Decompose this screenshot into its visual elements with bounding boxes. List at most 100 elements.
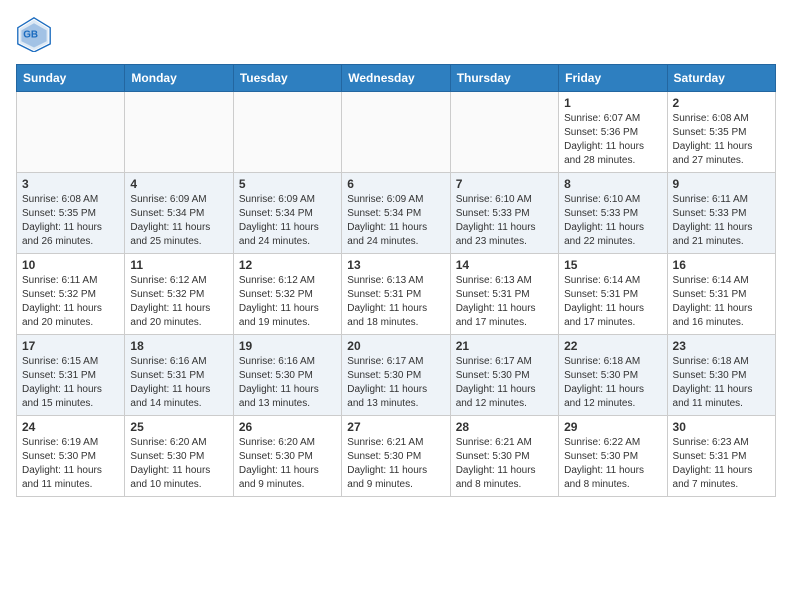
calendar-week-1: 1 Sunrise: 6:07 AM Sunset: 5:36 PM Daylig… (17, 92, 776, 173)
day-info: Sunrise: 6:19 AM Sunset: 5:30 PM Dayligh… (22, 436, 119, 492)
page-header: GB (16, 16, 776, 52)
day-info: Sunrise: 6:20 AM Sunset: 5:30 PM Dayligh… (239, 436, 336, 492)
day-number: 21 (456, 339, 553, 353)
day-info: Sunrise: 6:09 AM Sunset: 5:34 PM Dayligh… (239, 193, 336, 249)
logo: GB (16, 16, 56, 52)
day-number: 10 (22, 258, 119, 272)
day-info: Sunrise: 6:11 AM Sunset: 5:32 PM Dayligh… (22, 274, 119, 330)
day-number: 14 (456, 258, 553, 272)
day-info: Sunrise: 6:07 AM Sunset: 5:36 PM Dayligh… (564, 112, 661, 168)
table-row: 15Sunrise: 6:14 AM Sunset: 5:31 PM Dayli… (559, 254, 667, 335)
day-info: Sunrise: 6:23 AM Sunset: 5:31 PM Dayligh… (673, 436, 770, 492)
day-number: 23 (673, 339, 770, 353)
day-number: 25 (130, 420, 227, 434)
day-info: Sunrise: 6:09 AM Sunset: 5:34 PM Dayligh… (347, 193, 444, 249)
table-row: 26 Sunrise: 6:20 AM Sunset: 5:30 PM Dayli… (233, 416, 341, 497)
calendar-week-4: 17 Sunrise: 6:15 AM Sunset: 5:31 PM Dayli… (17, 335, 776, 416)
day-info: Sunrise: 6:12 AM Sunset: 5:32 PM Dayligh… (239, 274, 336, 330)
day-info: Sunrise: 6:18 AM Sunset: 5:30 PM Dayligh… (564, 355, 661, 411)
day-info: Sunrise: 6:16 AM Sunset: 5:30 PM Dayligh… (239, 355, 336, 411)
calendar-week-5: 24 Sunrise: 6:19 AM Sunset: 5:30 PM Dayli… (17, 416, 776, 497)
day-info: Sunrise: 6:21 AM Sunset: 5:30 PM Dayligh… (347, 436, 444, 492)
day-number: 4 (130, 177, 227, 191)
table-row (233, 92, 341, 173)
table-row: 29 Sunrise: 6:22 AM Sunset: 5:30 PM Dayli… (559, 416, 667, 497)
day-info: Sunrise: 6:09 AM Sunset: 5:34 PM Dayligh… (130, 193, 227, 249)
day-info: Sunrise: 6:14 AM Sunset: 5:31 PM Dayligh… (673, 274, 770, 330)
calendar-header-row: SundayMondayTuesdayWednesdayThursdayFrid… (17, 65, 776, 92)
day-number: 13 (347, 258, 444, 272)
day-number: 6 (347, 177, 444, 191)
day-info: Sunrise: 6:18 AM Sunset: 5:30 PM Dayligh… (673, 355, 770, 411)
day-number: 11 (130, 258, 227, 272)
day-info: Sunrise: 6:12 AM Sunset: 5:32 PM Dayligh… (130, 274, 227, 330)
day-header-sunday: Sunday (17, 65, 125, 92)
table-row: 22 Sunrise: 6:18 AM Sunset: 5:30 PM Dayli… (559, 335, 667, 416)
day-number: 26 (239, 420, 336, 434)
table-row: 27 Sunrise: 6:21 AM Sunset: 5:30 PM Dayli… (342, 416, 450, 497)
day-number: 17 (22, 339, 119, 353)
day-number: 15 (564, 258, 661, 272)
table-row: 18 Sunrise: 6:16 AM Sunset: 5:31 PM Dayli… (125, 335, 233, 416)
day-number: 20 (347, 339, 444, 353)
day-number: 8 (564, 177, 661, 191)
table-row: 11 Sunrise: 6:12 AM Sunset: 5:32 PM Dayli… (125, 254, 233, 335)
day-number: 16 (673, 258, 770, 272)
day-header-tuesday: Tuesday (233, 65, 341, 92)
day-info: Sunrise: 6:16 AM Sunset: 5:31 PM Dayligh… (130, 355, 227, 411)
day-header-saturday: Saturday (667, 65, 775, 92)
table-row: 7 Sunrise: 6:10 AM Sunset: 5:33 PM Daylig… (450, 173, 558, 254)
logo-icon: GB (16, 16, 52, 52)
table-row: 10 Sunrise: 6:11 AM Sunset: 5:32 PM Dayli… (17, 254, 125, 335)
table-row (17, 92, 125, 173)
table-row: 17 Sunrise: 6:15 AM Sunset: 5:31 PM Dayli… (17, 335, 125, 416)
svg-text:GB: GB (23, 30, 38, 41)
day-info: Sunrise: 6:21 AM Sunset: 5:30 PM Dayligh… (456, 436, 553, 492)
day-info: Sunrise: 6:15 AM Sunset: 5:31 PM Dayligh… (22, 355, 119, 411)
table-row: 19 Sunrise: 6:16 AM Sunset: 5:30 PM Dayli… (233, 335, 341, 416)
table-row: 2 Sunrise: 6:08 AM Sunset: 5:35 PM Daylig… (667, 92, 775, 173)
day-number: 7 (456, 177, 553, 191)
day-number: 1 (564, 96, 661, 110)
day-number: 9 (673, 177, 770, 191)
table-row: 5 Sunrise: 6:09 AM Sunset: 5:34 PM Daylig… (233, 173, 341, 254)
day-number: 12 (239, 258, 336, 272)
day-info: Sunrise: 6:20 AM Sunset: 5:30 PM Dayligh… (130, 436, 227, 492)
day-number: 5 (239, 177, 336, 191)
table-row (450, 92, 558, 173)
day-number: 18 (130, 339, 227, 353)
table-row: 1 Sunrise: 6:07 AM Sunset: 5:36 PM Daylig… (559, 92, 667, 173)
day-number: 3 (22, 177, 119, 191)
table-row: 16 Sunrise: 6:14 AM Sunset: 5:31 PM Dayli… (667, 254, 775, 335)
day-info: Sunrise: 6:13 AM Sunset: 5:31 PM Dayligh… (347, 274, 444, 330)
calendar-week-3: 10 Sunrise: 6:11 AM Sunset: 5:32 PM Dayli… (17, 254, 776, 335)
day-info: Sunrise: 6:08 AM Sunset: 5:35 PM Dayligh… (673, 112, 770, 168)
table-row: 4 Sunrise: 6:09 AM Sunset: 5:34 PM Daylig… (125, 173, 233, 254)
day-number: 29 (564, 420, 661, 434)
day-header-thursday: Thursday (450, 65, 558, 92)
day-number: 27 (347, 420, 444, 434)
day-number: 22 (564, 339, 661, 353)
day-info: Sunrise: 6:22 AM Sunset: 5:30 PM Dayligh… (564, 436, 661, 492)
table-row: 20 Sunrise: 6:17 AM Sunset: 5:30 PM Dayli… (342, 335, 450, 416)
day-info: Sunrise: 6:11 AM Sunset: 5:33 PM Dayligh… (673, 193, 770, 249)
table-row: 8Sunrise: 6:10 AM Sunset: 5:33 PM Daylig… (559, 173, 667, 254)
day-header-wednesday: Wednesday (342, 65, 450, 92)
day-info: Sunrise: 6:17 AM Sunset: 5:30 PM Dayligh… (456, 355, 553, 411)
table-row: 24 Sunrise: 6:19 AM Sunset: 5:30 PM Dayli… (17, 416, 125, 497)
table-row (342, 92, 450, 173)
table-row: 14 Sunrise: 6:13 AM Sunset: 5:31 PM Dayli… (450, 254, 558, 335)
table-row: 28Sunrise: 6:21 AM Sunset: 5:30 PM Dayli… (450, 416, 558, 497)
day-number: 19 (239, 339, 336, 353)
day-info: Sunrise: 6:10 AM Sunset: 5:33 PM Dayligh… (456, 193, 553, 249)
table-row: 25 Sunrise: 6:20 AM Sunset: 5:30 PM Dayli… (125, 416, 233, 497)
day-number: 2 (673, 96, 770, 110)
table-row: 6 Sunrise: 6:09 AM Sunset: 5:34 PM Daylig… (342, 173, 450, 254)
day-header-monday: Monday (125, 65, 233, 92)
table-row: 3 Sunrise: 6:08 AM Sunset: 5:35 PM Daylig… (17, 173, 125, 254)
day-number: 24 (22, 420, 119, 434)
day-info: Sunrise: 6:17 AM Sunset: 5:30 PM Dayligh… (347, 355, 444, 411)
day-header-friday: Friday (559, 65, 667, 92)
day-info: Sunrise: 6:13 AM Sunset: 5:31 PM Dayligh… (456, 274, 553, 330)
day-info: Sunrise: 6:08 AM Sunset: 5:35 PM Dayligh… (22, 193, 119, 249)
